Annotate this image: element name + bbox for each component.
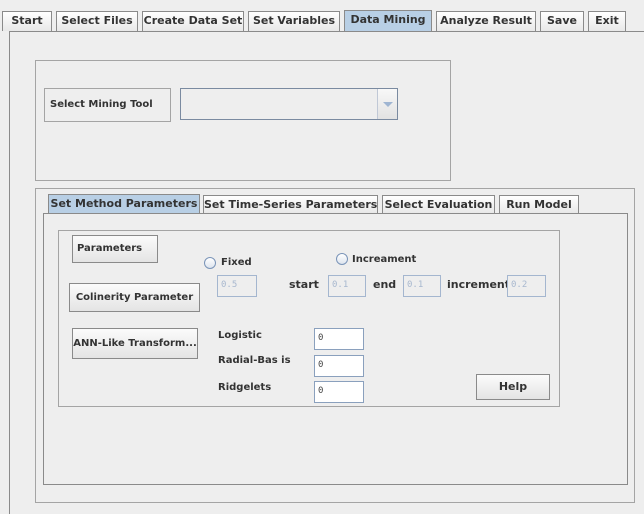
tab-set-method-parameters[interactable]: Set Method Parameters [48,194,200,214]
tab-start[interactable]: Start [2,11,52,31]
end-label: end [373,278,397,291]
ann-like-transform-button[interactable]: ANN-Like Transform... [72,328,198,359]
mining-tool-select[interactable] [180,88,398,120]
increment-field[interactable]: 0.2 [507,275,546,297]
tab-exit[interactable]: Exit [588,11,626,31]
increment-label: increment [447,278,511,291]
ridgelets-field[interactable]: 0 [314,381,364,403]
tab-analyze-result[interactable]: Analyze Result [436,11,536,31]
radial-basis-label: Radial-Bas is [218,355,291,366]
end-field[interactable]: 0.1 [403,275,441,297]
parameters-button[interactable]: Parameters [72,235,158,263]
radial-basis-field[interactable]: 0 [314,355,364,377]
tab-save[interactable]: Save [540,11,584,31]
logistic-label: Logistic [218,330,262,341]
start-label: start [289,278,319,291]
tab-run-model[interactable]: Run Model [499,195,579,213]
fixed-label: Fixed [221,257,252,268]
mining-tool-label-box: Select Mining Tool [44,88,171,122]
start-field[interactable]: 0.1 [328,275,366,297]
logistic-field[interactable]: 0 [314,328,364,350]
fixed-value-field[interactable]: 0.5 [217,275,257,297]
tab-set-time-series-parameters[interactable]: Set Time-Series Parameters [203,195,378,213]
fixed-radio[interactable] [204,257,216,269]
tab-set-variables[interactable]: Set Variables [248,11,340,31]
increment-radio[interactable] [336,253,348,265]
mining-tool-label: Select Mining Tool [50,99,153,110]
help-button[interactable]: Help [476,374,550,400]
tab-select-files[interactable]: Select Files [56,11,138,31]
chevron-down-icon[interactable] [377,89,397,119]
increment-radio-label: Increament [352,254,417,265]
tab-create-data-set[interactable]: Create Data Set [142,11,244,31]
tab-select-evaluation[interactable]: Select Evaluation [382,195,495,213]
tab-data-mining[interactable]: Data Mining [344,10,432,32]
ridgelets-label: Ridgelets [218,382,272,393]
colinearity-parameter-button[interactable]: Colinerity Parameter [69,283,200,312]
